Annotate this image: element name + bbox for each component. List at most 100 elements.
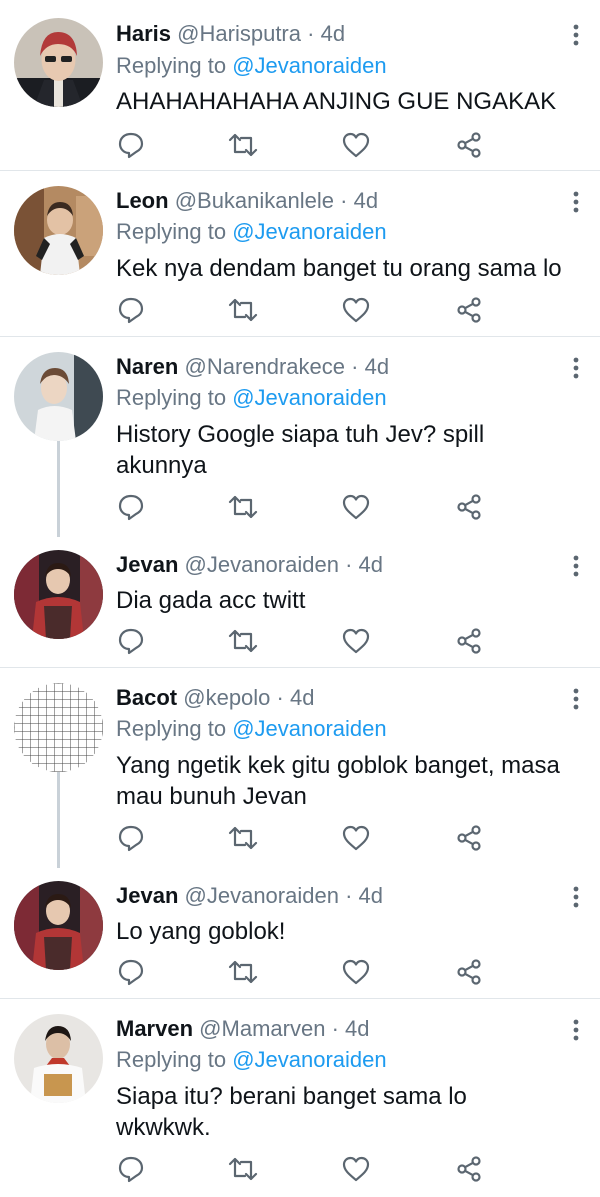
reply-icon[interactable] <box>116 492 146 522</box>
user-handle[interactable]: @Jevanoraiden <box>185 883 339 908</box>
replying-prefix: Replying to <box>116 53 227 78</box>
heart-icon[interactable] <box>341 823 371 853</box>
tweet-text: Yang ngetik kek gitu goblok banget, masa… <box>116 752 560 810</box>
avatar[interactable] <box>14 881 103 970</box>
separator-dot: · <box>307 21 315 46</box>
mention-link[interactable]: @Jevanoraiden <box>232 53 386 78</box>
timestamp[interactable]: 4d <box>290 685 314 710</box>
user-handle[interactable]: @Mamarven <box>199 1016 325 1041</box>
avatar[interactable] <box>14 550 103 639</box>
heart-icon[interactable] <box>341 1154 371 1184</box>
tweet[interactable]: Haris @Harisputra · 4d Replying to @Jeva… <box>0 0 600 170</box>
retweet-icon[interactable] <box>228 295 258 325</box>
avatar[interactable] <box>14 352 103 441</box>
share-icon[interactable] <box>454 1154 484 1184</box>
retweet-icon[interactable] <box>228 130 258 160</box>
more-vertical-icon[interactable] <box>572 24 580 46</box>
share-icon[interactable] <box>454 957 484 987</box>
timestamp[interactable]: 4d <box>365 354 389 379</box>
reply-icon[interactable] <box>116 295 146 325</box>
tweet[interactable]: Jevan @Jevanoraiden · 4d Dia gada acc tw… <box>0 537 600 667</box>
tweet-actions <box>116 130 496 160</box>
replying-prefix: Replying to <box>116 219 227 244</box>
more-vertical-icon[interactable] <box>572 886 580 908</box>
thread-line <box>57 441 60 537</box>
separator-dot: · <box>331 1016 339 1041</box>
display-name[interactable]: Leon <box>116 188 169 213</box>
avatar[interactable] <box>14 186 103 275</box>
separator-dot: · <box>340 188 348 213</box>
avatar[interactable] <box>14 18 103 107</box>
tweet-header: Jevan @Jevanoraiden · 4d <box>116 882 383 910</box>
user-handle[interactable]: @Narendrakece <box>184 354 345 379</box>
heart-icon[interactable] <box>341 130 371 160</box>
retweet-icon[interactable] <box>228 1154 258 1184</box>
reply-icon[interactable] <box>116 823 146 853</box>
timestamp[interactable]: 4d <box>359 883 383 908</box>
timestamp[interactable]: 4d <box>321 21 345 46</box>
heart-icon[interactable] <box>341 957 371 987</box>
user-handle[interactable]: @Harisputra <box>177 21 301 46</box>
avatar[interactable] <box>14 1014 103 1103</box>
share-icon[interactable] <box>454 492 484 522</box>
display-name[interactable]: Bacot <box>116 685 177 710</box>
timestamp[interactable]: 4d <box>359 552 383 577</box>
more-vertical-icon[interactable] <box>572 191 580 213</box>
replying-prefix: Replying to <box>116 1047 227 1072</box>
share-icon[interactable] <box>454 130 484 160</box>
retweet-icon[interactable] <box>228 823 258 853</box>
retweet-icon[interactable] <box>228 626 258 656</box>
more-vertical-icon[interactable] <box>572 555 580 577</box>
tweet-text: Lo yang goblok! <box>116 918 286 945</box>
display-name[interactable]: Jevan <box>116 552 178 577</box>
separator-dot: · <box>345 883 353 908</box>
share-icon[interactable] <box>454 823 484 853</box>
heart-icon[interactable] <box>341 492 371 522</box>
heart-icon[interactable] <box>341 295 371 325</box>
tweet[interactable]: Jevan @Jevanoraiden · 4d Lo yang goblok! <box>0 868 600 998</box>
timestamp[interactable]: 4d <box>345 1016 369 1041</box>
reply-icon[interactable] <box>116 1154 146 1184</box>
retweet-icon[interactable] <box>228 492 258 522</box>
user-handle[interactable]: @Jevanoraiden <box>185 552 339 577</box>
replying-to: Replying to @Jevanoraiden <box>116 52 387 80</box>
replying-prefix: Replying to <box>116 385 227 410</box>
tweet-header: Naren @Narendrakece · 4d <box>116 353 389 381</box>
display-name[interactable]: Haris <box>116 21 171 46</box>
user-handle[interactable]: @Bukanikanlele <box>175 188 334 213</box>
display-name[interactable]: Naren <box>116 354 178 379</box>
mention-link[interactable]: @Jevanoraiden <box>232 385 386 410</box>
reply-icon[interactable] <box>116 626 146 656</box>
tweet-text: Kek nya dendam banget tu orang sama lo <box>116 255 562 282</box>
mention-link[interactable]: @Jevanoraiden <box>232 1047 386 1072</box>
tweet-header: Marven @Mamarven · 4d <box>116 1015 370 1043</box>
heart-icon[interactable] <box>341 626 371 656</box>
reply-icon[interactable] <box>116 130 146 160</box>
more-vertical-icon[interactable] <box>572 1019 580 1041</box>
reply-icon[interactable] <box>116 957 146 987</box>
separator-dot: · <box>345 552 353 577</box>
tweet-actions <box>116 295 496 325</box>
retweet-icon[interactable] <box>228 957 258 987</box>
timestamp[interactable]: 4d <box>354 188 378 213</box>
more-vertical-icon[interactable] <box>572 688 580 710</box>
tweet-actions <box>116 1154 496 1184</box>
tweet[interactable]: Marven @Mamarven · 4d Replying to @Jevan… <box>0 999 600 1197</box>
tweet[interactable]: Leon @Bukanikanlele · 4d Replying to @Je… <box>0 171 600 336</box>
share-icon[interactable] <box>454 626 484 656</box>
avatar[interactable] <box>14 683 103 772</box>
mention-link[interactable]: @Jevanoraiden <box>232 219 386 244</box>
mention-link[interactable]: @Jevanoraiden <box>232 716 386 741</box>
user-handle[interactable]: @kepolo <box>183 685 270 710</box>
tweet[interactable]: Naren @Narendrakece · 4d Replying to @Je… <box>0 337 600 537</box>
more-vertical-icon[interactable] <box>572 357 580 379</box>
replying-to: Replying to @Jevanoraiden <box>116 715 387 743</box>
tweet-text: AHAHAHAHAHA ANJING GUE NGAKAK <box>116 88 557 115</box>
display-name[interactable]: Marven <box>116 1016 193 1041</box>
tweet-text: History Google siapa tuh Jev? spill akun… <box>116 421 485 479</box>
tweet[interactable]: Bacot @kepolo · 4d Replying to @Jevanora… <box>0 668 600 868</box>
separator-dot: · <box>276 685 284 710</box>
display-name[interactable]: Jevan <box>116 883 178 908</box>
share-icon[interactable] <box>454 295 484 325</box>
tweet-header: Jevan @Jevanoraiden · 4d <box>116 551 383 579</box>
